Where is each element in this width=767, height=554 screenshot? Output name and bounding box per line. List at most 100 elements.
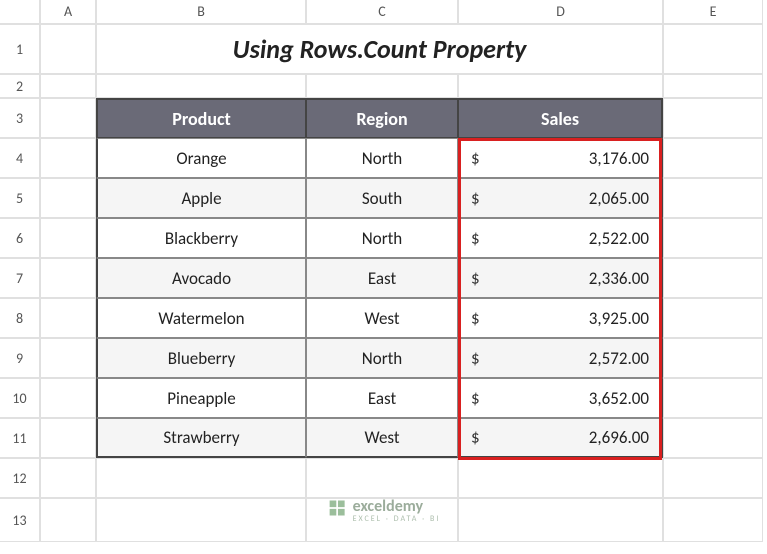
- cell-E5[interactable]: [663, 178, 763, 218]
- cell-sales[interactable]: $3,925.00: [458, 298, 663, 338]
- col-header-E[interactable]: E: [663, 0, 763, 24]
- cell-A3[interactable]: [40, 98, 96, 138]
- exceldemy-logo-icon: [327, 498, 347, 523]
- currency-symbol: $: [471, 427, 480, 448]
- watermark: exceldemy EXCEL · DATA · BI: [327, 498, 441, 523]
- cell-sales[interactable]: $2,572.00: [458, 338, 663, 378]
- row-header-3[interactable]: 3: [0, 98, 40, 138]
- currency-symbol: $: [471, 388, 480, 409]
- sales-value: 2,522.00: [589, 228, 649, 249]
- cell-B12[interactable]: [96, 458, 306, 498]
- col-header-C[interactable]: C: [306, 0, 458, 24]
- cell-E8[interactable]: [663, 298, 763, 338]
- row-header-11[interactable]: 11: [0, 418, 40, 458]
- cell-C12[interactable]: [306, 458, 458, 498]
- cell-region[interactable]: South: [306, 178, 458, 218]
- row-header-4[interactable]: 4: [0, 138, 40, 178]
- currency-symbol: $: [471, 308, 480, 329]
- cell-product[interactable]: Blueberry: [96, 338, 306, 378]
- cell-product[interactable]: Watermelon: [96, 298, 306, 338]
- row-header-1[interactable]: 1: [0, 24, 40, 74]
- cell-A4[interactable]: [40, 138, 96, 178]
- cell-region[interactable]: West: [306, 418, 458, 458]
- cell-product[interactable]: Strawberry: [96, 418, 306, 458]
- sales-value: 2,065.00: [589, 188, 649, 209]
- cell-A10[interactable]: [40, 378, 96, 418]
- cell-E3[interactable]: [663, 98, 763, 138]
- currency-symbol: $: [471, 228, 480, 249]
- watermark-main: exceldemy: [353, 499, 441, 515]
- cell-product[interactable]: Pineapple: [96, 378, 306, 418]
- sales-value: 3,176.00: [589, 148, 649, 169]
- table-header-sales[interactable]: Sales: [458, 98, 663, 138]
- table-header-region[interactable]: Region: [306, 98, 458, 138]
- row-header-2[interactable]: 2: [0, 74, 40, 98]
- sales-value: 2,696.00: [589, 427, 649, 448]
- cell-E9[interactable]: [663, 338, 763, 378]
- cell-region[interactable]: North: [306, 338, 458, 378]
- currency-symbol: $: [471, 148, 480, 169]
- cell-product[interactable]: Blackberry: [96, 218, 306, 258]
- sales-value: 3,925.00: [589, 308, 649, 329]
- cell-D2[interactable]: [458, 74, 663, 98]
- cell-product[interactable]: Apple: [96, 178, 306, 218]
- cell-C2[interactable]: [306, 74, 458, 98]
- cell-sales[interactable]: $2,336.00: [458, 258, 663, 298]
- cell-E4[interactable]: [663, 138, 763, 178]
- cell-E12[interactable]: [663, 458, 763, 498]
- cell-A5[interactable]: [40, 178, 96, 218]
- row-header-6[interactable]: 6: [0, 218, 40, 258]
- cell-E1[interactable]: [663, 24, 763, 74]
- cell-E7[interactable]: [663, 258, 763, 298]
- cell-B2[interactable]: [96, 74, 306, 98]
- cell-A1[interactable]: [40, 24, 96, 74]
- cell-A2[interactable]: [40, 74, 96, 98]
- cell-A8[interactable]: [40, 298, 96, 338]
- cell-A11[interactable]: [40, 418, 96, 458]
- row-header-9[interactable]: 9: [0, 338, 40, 378]
- watermark-sub: EXCEL · DATA · BI: [353, 515, 441, 523]
- cell-region[interactable]: North: [306, 138, 458, 178]
- cell-region[interactable]: West: [306, 298, 458, 338]
- row-header-8[interactable]: 8: [0, 298, 40, 338]
- cell-E10[interactable]: [663, 378, 763, 418]
- cell-E11[interactable]: [663, 418, 763, 458]
- cell-region[interactable]: East: [306, 378, 458, 418]
- cell-product[interactable]: Orange: [96, 138, 306, 178]
- title-cell[interactable]: Using Rows.Count Property: [96, 24, 663, 74]
- cell-sales[interactable]: $2,065.00: [458, 178, 663, 218]
- cell-A12[interactable]: [40, 458, 96, 498]
- table-header-product[interactable]: Product: [96, 98, 306, 138]
- col-header-A[interactable]: A: [40, 0, 96, 24]
- currency-symbol: $: [471, 268, 480, 289]
- cell-region[interactable]: East: [306, 258, 458, 298]
- cell-A13[interactable]: [40, 498, 96, 542]
- cell-A9[interactable]: [40, 338, 96, 378]
- cell-region[interactable]: North: [306, 218, 458, 258]
- cell-sales[interactable]: $3,652.00: [458, 378, 663, 418]
- currency-symbol: $: [471, 348, 480, 369]
- cell-A7[interactable]: [40, 258, 96, 298]
- row-header-12[interactable]: 12: [0, 458, 40, 498]
- row-header-13[interactable]: 13: [0, 498, 40, 542]
- sales-value: 2,572.00: [589, 348, 649, 369]
- row-header-5[interactable]: 5: [0, 178, 40, 218]
- cell-product[interactable]: Avocado: [96, 258, 306, 298]
- cell-A6[interactable]: [40, 218, 96, 258]
- cell-E2[interactable]: [663, 74, 763, 98]
- cell-sales[interactable]: $2,696.00: [458, 418, 663, 458]
- cell-D13[interactable]: [458, 498, 663, 542]
- cell-sales[interactable]: $3,176.00: [458, 138, 663, 178]
- row-header-7[interactable]: 7: [0, 258, 40, 298]
- select-all-corner[interactable]: [0, 0, 40, 24]
- spreadsheet-grid: A B C D E 1 Using Rows.Count Property 2 …: [0, 0, 767, 542]
- cell-D12[interactable]: [458, 458, 663, 498]
- col-header-D[interactable]: D: [458, 0, 663, 24]
- currency-symbol: $: [471, 188, 480, 209]
- cell-E13[interactable]: [663, 498, 763, 542]
- cell-B13[interactable]: [96, 498, 306, 542]
- col-header-B[interactable]: B: [96, 0, 306, 24]
- cell-sales[interactable]: $2,522.00: [458, 218, 663, 258]
- row-header-10[interactable]: 10: [0, 378, 40, 418]
- cell-E6[interactable]: [663, 218, 763, 258]
